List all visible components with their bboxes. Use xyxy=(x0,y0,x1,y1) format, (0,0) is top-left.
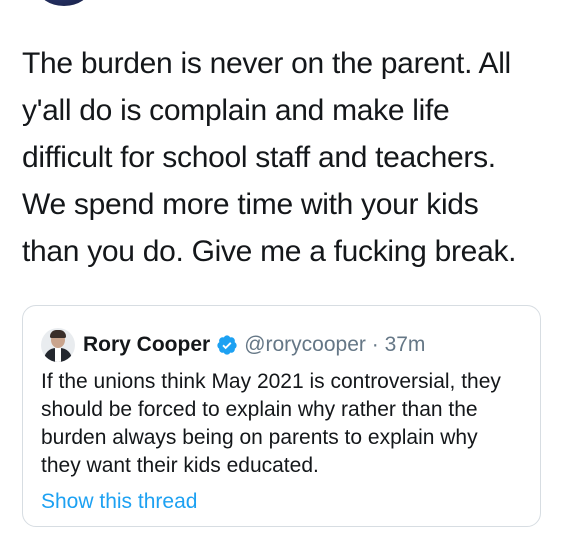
show-thread-link[interactable]: Show this thread xyxy=(41,490,197,514)
quoted-author-handle[interactable]: @rorycooper xyxy=(244,333,366,357)
quoted-tweet-header: Rory Cooper @rorycooper · 37m xyxy=(41,328,425,362)
quoted-author-name[interactable]: Rory Cooper xyxy=(83,333,210,357)
quoted-tweet-text: If the unions think May 2021 is controve… xyxy=(41,370,501,477)
verified-badge-icon xyxy=(216,334,238,356)
handle-time-separator: · xyxy=(371,333,379,356)
tweet-author-avatar[interactable] xyxy=(38,0,90,6)
tweet-text: The burden is never on the parent. All y… xyxy=(22,47,517,268)
quoted-tweet-time[interactable]: 37m xyxy=(385,333,426,357)
quoted-author-avatar[interactable] xyxy=(41,328,75,362)
quoted-tweet-card[interactable]: Rory Cooper @rorycooper · 37m If the uni… xyxy=(22,305,541,527)
